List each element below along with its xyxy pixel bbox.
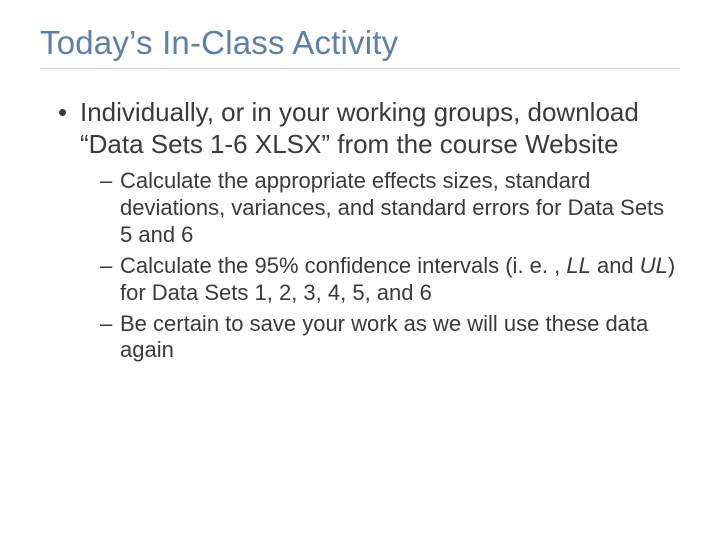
sub-bullet-text: Be certain to save your work as we will … xyxy=(120,311,648,363)
slide: Today’s In-Class Activity Individually, … xyxy=(0,0,720,540)
sub-bullet-list: Calculate the appropriate effects sizes,… xyxy=(80,168,680,364)
title-underline xyxy=(40,68,680,69)
abbrev-ll: LL xyxy=(566,253,590,278)
bullet-item: Individually, or in your working groups,… xyxy=(58,97,680,364)
sub-bullet-text-mid: and xyxy=(591,253,640,278)
abbrev-ul: UL xyxy=(640,253,668,278)
bullet-list: Individually, or in your working groups,… xyxy=(40,97,680,364)
sub-bullet-item: Calculate the appropriate effects sizes,… xyxy=(100,168,680,248)
sub-bullet-text-pre: Calculate the 95% confidence intervals (… xyxy=(120,253,566,278)
bullet-text: Individually, or in your working groups,… xyxy=(80,97,639,159)
slide-title: Today’s In-Class Activity xyxy=(40,24,680,62)
sub-bullet-text: Calculate the appropriate effects sizes,… xyxy=(120,168,664,247)
sub-bullet-item: Be certain to save your work as we will … xyxy=(100,311,680,365)
sub-bullet-item: Calculate the 95% confidence intervals (… xyxy=(100,253,680,307)
